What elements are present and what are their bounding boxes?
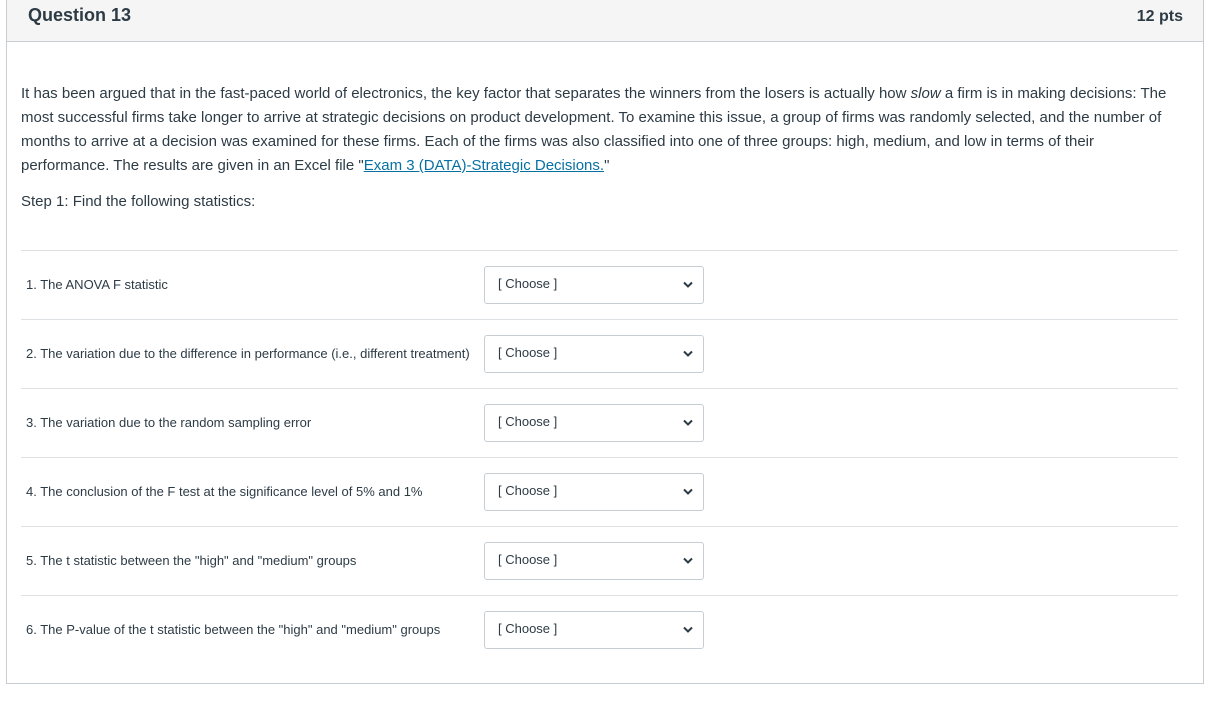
paragraph-text-1: It has been argued that in the fast-pace… [21, 85, 911, 102]
step-instruction: Step 1: Find the following statistics: [21, 193, 256, 210]
excel-file-link[interactable]: Exam 3 (DATA)-Strategic Decisions. [364, 157, 604, 174]
question-points: 12 pts [1136, 8, 1183, 25]
question-text: It has been argued that in the fast-pace… [21, 82, 1179, 226]
select-value: [ Choose ] [498, 414, 558, 429]
question-header: Question 13 12 pts [7, 0, 1203, 42]
answer-label: 1. The ANOVA F statistic [26, 277, 168, 292]
answer-list: 1. The ANOVA F statistic [ Choose ] 2. T… [21, 250, 1178, 664]
answer-label: 5. The t statistic between the "high" an… [26, 553, 357, 568]
select-value: [ Choose ] [498, 345, 558, 360]
answer-row: 5. The t statistic between the "high" an… [21, 526, 1178, 595]
paragraph-text-3: " [604, 157, 610, 174]
chevron-down-icon [683, 488, 693, 495]
select-value: [ Choose ] [498, 621, 558, 636]
answer-select[interactable]: [ Choose ] [484, 611, 704, 649]
chevron-down-icon [683, 350, 693, 357]
emphasis-slow: slow [910, 85, 941, 102]
answer-select[interactable]: [ Choose ] [484, 266, 704, 304]
chevron-down-icon [683, 419, 693, 426]
answer-select[interactable]: [ Choose ] [484, 404, 704, 442]
answer-row: 4. The conclusion of the F test at the s… [21, 457, 1178, 526]
answer-label: 3. The variation due to the random sampl… [26, 415, 312, 430]
answer-select[interactable]: [ Choose ] [484, 542, 704, 580]
answer-label: 6. The P-value of the t statistic betwee… [26, 622, 441, 637]
answer-label: 4. The conclusion of the F test at the s… [26, 484, 423, 499]
answer-label: 2. The variation due to the difference i… [26, 346, 470, 361]
question-paragraph: It has been argued that in the fast-pace… [21, 82, 1179, 178]
select-value: [ Choose ] [498, 552, 558, 567]
answer-row: 1. The ANOVA F statistic [ Choose ] [21, 250, 1178, 319]
select-value: [ Choose ] [498, 276, 558, 291]
answer-row: 6. The P-value of the t statistic betwee… [21, 595, 1178, 664]
question-title: Question 13 [28, 5, 132, 25]
answer-select[interactable]: [ Choose ] [484, 335, 704, 373]
answer-row: 2. The variation due to the difference i… [21, 319, 1178, 388]
chevron-down-icon [683, 281, 693, 288]
chevron-down-icon [683, 557, 693, 564]
answer-row: 3. The variation due to the random sampl… [21, 388, 1178, 457]
select-value: [ Choose ] [498, 483, 558, 498]
answer-select[interactable]: [ Choose ] [484, 473, 704, 511]
chevron-down-icon [683, 626, 693, 633]
